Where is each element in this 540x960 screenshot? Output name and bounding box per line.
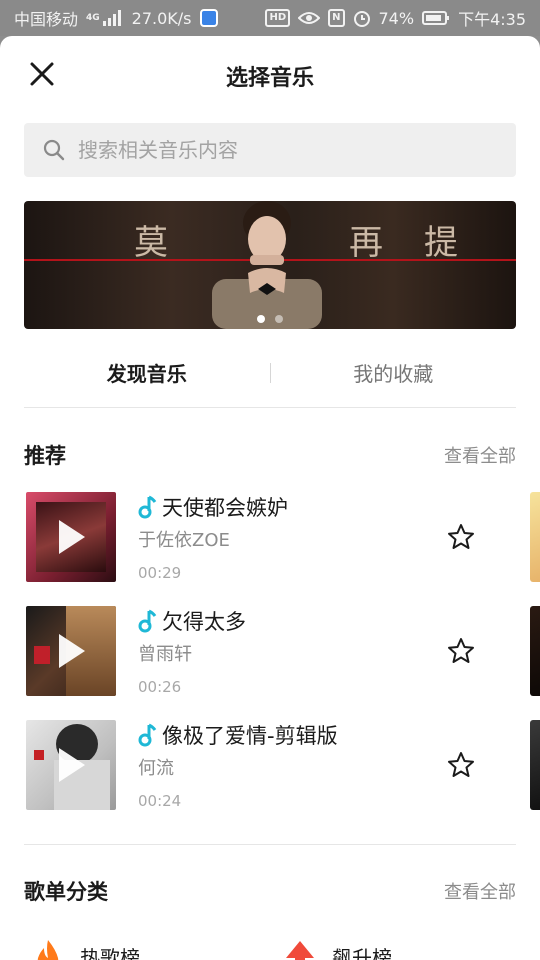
see-all-playlists-link[interactable]: 查看全部: [444, 878, 516, 904]
tab-discover-music[interactable]: 发现音乐: [24, 358, 270, 387]
fire-icon: [37, 940, 59, 960]
song-title: 天使都会嫉妒: [162, 496, 288, 520]
category-label: 飙升榜: [332, 945, 392, 960]
music-note-icon: [138, 609, 157, 633]
song-item[interactable]: 天使都会嫉妒 于佐依ZOE 00:29: [26, 492, 540, 584]
category-rising-songs[interactable]: 飙升榜: [282, 938, 392, 960]
tab-bar: 发现音乐 我的收藏: [24, 338, 516, 408]
pager-dot[interactable]: [257, 315, 265, 323]
song-title: 欠得太多: [162, 610, 246, 634]
carrier-label: 中国移动: [14, 10, 79, 29]
section-title-playlists: 歌单分类: [24, 880, 108, 904]
battery-percent: 74%: [378, 8, 415, 28]
next-card-peek: [530, 720, 540, 810]
promo-banner[interactable]: 莫 再 提: [24, 201, 516, 329]
nfc-icon: N: [328, 9, 345, 27]
album-cover[interactable]: [26, 492, 116, 582]
hd-icon: HD: [265, 9, 291, 27]
song-artist: 于佐依ZOE: [138, 530, 230, 551]
music-note-icon: [138, 495, 157, 519]
song-duration: 00:29: [138, 564, 182, 582]
clock: 下午4:35: [458, 10, 526, 29]
banner-artist-image: [212, 201, 322, 329]
status-bar: 中国移动 4G 27.0K/s HD N 74% 下午4:35: [0, 0, 540, 36]
see-all-recommend-link[interactable]: 查看全部: [444, 442, 516, 468]
song-title: 像极了爱情-剪辑版: [162, 724, 338, 748]
category-hot-songs[interactable]: 热歌榜: [30, 938, 140, 960]
next-card-peek: [530, 492, 540, 582]
banner-char: 再: [349, 223, 385, 263]
song-duration: 00:24: [138, 792, 182, 810]
song-artist: 何流: [138, 758, 174, 779]
search-bar[interactable]: [24, 123, 516, 177]
battery-icon: [422, 10, 450, 26]
page-title: 选择音乐: [225, 66, 314, 91]
search-icon: [43, 139, 65, 161]
eye-icon: [298, 10, 321, 26]
music-note-icon: [138, 723, 157, 747]
song-duration: 00:26: [138, 678, 182, 696]
network-speed: 27.0K/s: [131, 8, 192, 28]
play-icon[interactable]: [59, 634, 85, 668]
song-title-row: 欠得太多: [138, 606, 246, 636]
song-item[interactable]: 欠得太多 曾雨轩 00:26: [26, 606, 540, 698]
search-input[interactable]: [78, 138, 478, 162]
album-cover[interactable]: [26, 606, 116, 696]
song-title-row: 像极了爱情-剪辑版: [138, 720, 338, 750]
close-icon[interactable]: [26, 58, 58, 90]
favorite-star-icon[interactable]: [446, 522, 476, 552]
section-divider: [24, 844, 516, 845]
music-picker-sheet: 选择音乐 莫 再 提 发现音乐 我的收藏 推荐 查看: [0, 36, 540, 960]
song-item[interactable]: 像极了爱情-剪辑版 何流 00:24: [26, 720, 540, 812]
header: 选择音乐: [0, 36, 540, 116]
song-artist: 曾雨轩: [138, 644, 192, 665]
category-label: 热歌榜: [80, 945, 140, 960]
album-cover[interactable]: [26, 720, 116, 810]
pager-dot[interactable]: [275, 315, 283, 323]
banner-pager: [24, 315, 516, 323]
favorite-star-icon[interactable]: [446, 750, 476, 780]
banner-char: 提: [424, 223, 460, 263]
song-title-row: 天使都会嫉妒: [138, 492, 288, 522]
play-icon[interactable]: [59, 520, 85, 554]
next-card-peek: [530, 606, 540, 696]
playlist-category-header: 歌单分类 查看全部: [24, 876, 516, 906]
play-icon[interactable]: [59, 748, 85, 782]
favorite-star-icon[interactable]: [446, 636, 476, 666]
section-title-recommend: 推荐: [24, 444, 66, 468]
signal-icon: 4G: [86, 10, 124, 26]
tab-my-favorites[interactable]: 我的收藏: [271, 358, 517, 387]
alarm-icon: [353, 9, 371, 27]
banner-char: 莫: [134, 223, 170, 263]
network-badge: 4G: [86, 12, 100, 23]
shield-app-icon: [199, 9, 218, 27]
recommend-header: 推荐 查看全部: [24, 440, 516, 470]
arrow-up-icon: [286, 941, 314, 960]
